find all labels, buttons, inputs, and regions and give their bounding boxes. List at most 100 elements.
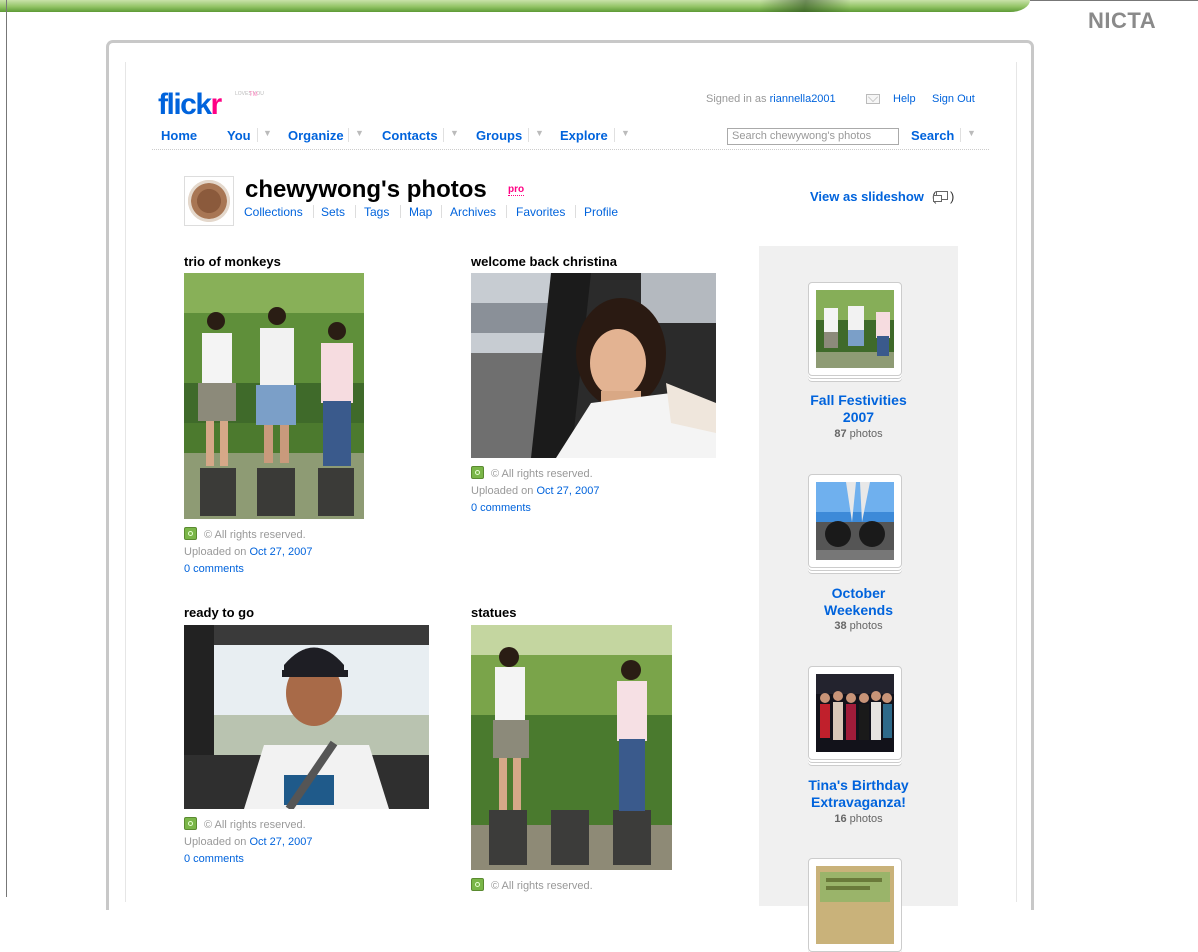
photo-image: [471, 273, 716, 458]
slideshow-link[interactable]: View as slideshow: [810, 189, 924, 204]
avatar[interactable]: [184, 176, 234, 226]
comments-link[interactable]: 0 comments: [471, 502, 531, 514]
nav-divider: [348, 128, 349, 142]
subnav-tags[interactable]: Tags: [364, 205, 389, 219]
set-title-line: 2007: [842, 409, 875, 425]
rights-text: © All rights reserved.: [204, 529, 306, 541]
set-title[interactable]: Fall Festivities 2007: [759, 392, 958, 426]
set-title-line: Tina's Birthday: [808, 777, 909, 793]
nav-home[interactable]: Home: [161, 128, 197, 143]
photo-meta: © All rights reserved. Uploaded on Oct 2…: [184, 817, 312, 868]
subnav-map[interactable]: Map: [409, 205, 432, 219]
photo-welcome-back-christina[interactable]: [471, 273, 716, 458]
set-title-line: Fall Festivities: [810, 392, 907, 408]
avatar-image: [188, 180, 230, 222]
slideshow-paren-close: ): [950, 189, 955, 204]
username-link[interactable]: riannella2001: [770, 93, 836, 105]
set-count: 87 photos: [759, 428, 958, 440]
set-image: [816, 866, 894, 944]
nav-organize[interactable]: Organize: [288, 128, 344, 143]
help-link[interactable]: Help: [893, 93, 916, 105]
page-title: chewywong's photos: [245, 176, 487, 203]
license-icon[interactable]: [184, 817, 197, 830]
photo-statues[interactable]: [471, 625, 672, 870]
set-count: 16 photos: [759, 813, 958, 825]
upload-date-link[interactable]: Oct 27, 2007: [249, 546, 312, 558]
photo-trio-of-monkeys[interactable]: [184, 273, 364, 519]
subnav-divider: [355, 205, 356, 218]
photo-image: [471, 625, 672, 870]
subnav-archives[interactable]: Archives: [450, 205, 496, 219]
set-thumbnail[interactable]: [808, 666, 902, 760]
flickr-logo[interactable]: flickr: [158, 88, 222, 121]
chevron-down-icon[interactable]: ▼: [355, 128, 364, 138]
subnav-sets[interactable]: Sets: [321, 205, 345, 219]
set-title-line: Extravaganza!: [811, 794, 906, 810]
license-icon[interactable]: [184, 527, 197, 540]
set-title[interactable]: Tina's Birthday Extravaganza!: [759, 777, 958, 811]
subnav-collections[interactable]: Collections: [244, 205, 303, 219]
subnav-divider: [400, 205, 401, 218]
upload-date-link[interactable]: Oct 27, 2007: [536, 485, 599, 497]
rights-text: © All rights reserved.: [491, 880, 593, 892]
set-title[interactable]: October Weekends: [759, 585, 958, 619]
photo-title[interactable]: statues: [471, 605, 517, 620]
photo-title[interactable]: trio of monkeys: [184, 254, 281, 269]
nav-divider: [257, 128, 258, 142]
set-count-number: 38: [834, 620, 847, 632]
banner-streak: [760, 0, 850, 12]
logo-flick: flick: [158, 88, 212, 121]
subnav-profile[interactable]: Profile: [584, 205, 618, 219]
chevron-down-icon[interactable]: ▼: [967, 128, 976, 138]
logo-tm: TM: [249, 92, 258, 98]
comments-link[interactable]: 0 comments: [184, 853, 244, 865]
set-image: [816, 290, 894, 368]
signed-in-label: Signed in as: [706, 93, 767, 105]
photo-image: [184, 273, 364, 519]
photo-ready-to-go[interactable]: [184, 625, 429, 809]
nav-explore[interactable]: Explore: [560, 128, 608, 143]
nav-you[interactable]: You: [227, 128, 251, 143]
set-thumbnail[interactable]: [808, 474, 902, 568]
nicta-logo: NICTA: [1088, 8, 1157, 33]
sets-sidebar: Fall Festivities 2007 87 photos October …: [759, 246, 958, 952]
nav-divider: [443, 128, 444, 142]
set-count-unit: photos: [849, 813, 883, 825]
upload-date-link[interactable]: Oct 27, 2007: [249, 836, 312, 848]
set-thumbnail[interactable]: [808, 282, 902, 376]
nav-groups[interactable]: Groups: [476, 128, 522, 143]
license-icon[interactable]: [471, 878, 484, 891]
search-input[interactable]: Search chewywong's photos: [727, 128, 899, 145]
set-image: [816, 674, 894, 752]
set-title-line: October: [831, 585, 886, 601]
sign-out-link[interactable]: Sign Out: [932, 93, 975, 105]
chevron-down-icon[interactable]: ▼: [535, 128, 544, 138]
pro-badge[interactable]: pro: [508, 184, 525, 196]
photo-meta: © All rights reserved. Uploaded on Oct 2…: [471, 466, 599, 517]
search-button[interactable]: Search: [911, 128, 954, 143]
comments-link[interactable]: 0 comments: [184, 563, 244, 575]
set-count-number: 87: [834, 428, 847, 440]
uploaded-label: Uploaded on: [184, 546, 247, 558]
photo-title[interactable]: welcome back christina: [471, 254, 617, 269]
set-thumbnail[interactable]: [808, 858, 902, 952]
header-divider: [152, 149, 989, 150]
nav-contacts[interactable]: Contacts: [382, 128, 438, 143]
set-count-unit: photos: [849, 428, 883, 440]
slideshow-icon[interactable]: [933, 191, 948, 202]
subnav-favorites[interactable]: Favorites: [516, 205, 565, 219]
mail-icon[interactable]: [866, 94, 880, 104]
set-image: [816, 482, 894, 560]
photo-image: [184, 625, 429, 809]
banner-green-bar: [0, 0, 1030, 12]
set-count-number: 16: [834, 813, 847, 825]
signed-in-status: Signed in as riannella2001: [706, 93, 836, 105]
chevron-down-icon[interactable]: ▼: [450, 128, 459, 138]
chevron-down-icon[interactable]: ▼: [263, 128, 272, 138]
chevron-down-icon[interactable]: ▼: [621, 128, 630, 138]
license-icon[interactable]: [471, 466, 484, 479]
photo-title[interactable]: ready to go: [184, 605, 254, 620]
nav-divider: [960, 128, 961, 142]
set-title-line: Weekends: [824, 602, 893, 618]
slide-banner: [0, 0, 1198, 30]
